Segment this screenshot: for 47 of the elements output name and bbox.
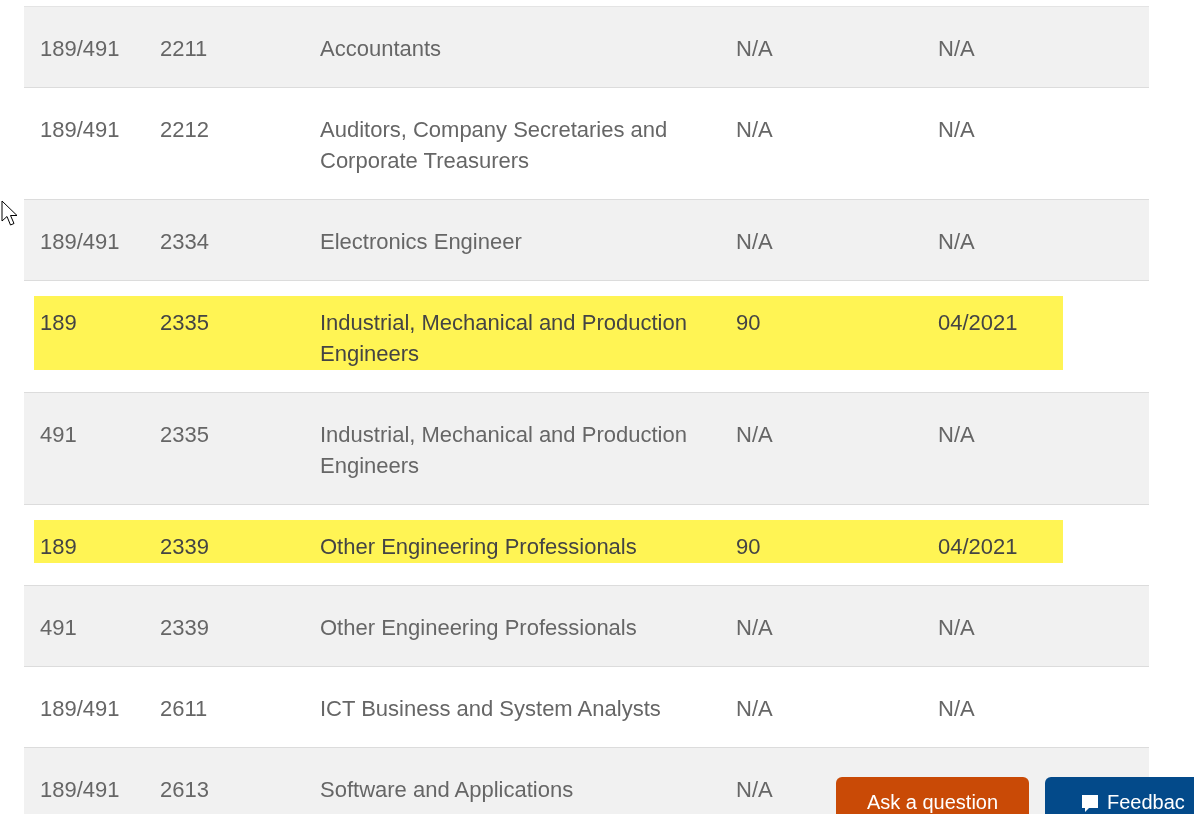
table-cell-text: N/A	[938, 421, 975, 449]
table-cell-text: ICT Business and System Analysts	[320, 695, 661, 723]
table-cell-text: Software and Applications	[320, 776, 574, 804]
table-cell-text: 189/491	[40, 116, 120, 144]
table-cell-text: Auditors, Company Secretaries and Corporate Treasurers	[320, 116, 669, 175]
table-cell-text: N/A	[938, 228, 975, 256]
table-cell-text: N/A	[736, 695, 773, 723]
table-cell-text: N/A	[938, 35, 975, 63]
table-cell-text: N/A	[736, 614, 773, 642]
table-cell-text: 2339	[160, 533, 209, 561]
table-cell-text: 2211	[160, 35, 208, 63]
table-cell-text: 2613	[160, 776, 209, 804]
table-cell-text: N/A	[736, 421, 773, 449]
table-cell-text: 491	[40, 614, 77, 642]
table-cell-text: 90	[736, 533, 761, 561]
table-cell-text: Other Engineering Professionals	[320, 533, 637, 561]
table-cell-text: 189/491	[40, 228, 120, 256]
feedback-button[interactable]: Feedbac	[1045, 777, 1194, 814]
table-cell-text: 491	[40, 421, 77, 449]
table-cell-text: N/A	[938, 116, 975, 144]
table-cell-text: Industrial, Mechanical and Production Engineers	[320, 309, 688, 368]
table-cell-text: 2611	[160, 695, 208, 723]
table-cell-text: 04/2021	[938, 309, 1018, 337]
table-cell-text: N/A	[736, 776, 773, 804]
table-cell-text: 2334	[160, 228, 209, 256]
table-cell-text: N/A	[938, 695, 975, 723]
table-cell-text: 2212	[160, 116, 209, 144]
table-cell-text: 189/491	[40, 695, 120, 723]
table-cell-text: 189/491	[40, 35, 120, 63]
table-cell-text: 189	[40, 309, 77, 337]
ask-question-button[interactable]: Ask a question	[836, 777, 1029, 814]
table-cell-text: N/A	[736, 35, 773, 63]
table-cell-text: 2339	[160, 614, 209, 642]
table-cell-text: 2335	[160, 421, 209, 449]
table-cell-text: 189/491	[40, 776, 120, 804]
table-cell-text: 90	[736, 309, 761, 337]
table-cell-text: 189	[40, 533, 77, 561]
table-cell-text: Accountants	[320, 35, 442, 63]
table-cell-text: N/A	[736, 228, 773, 256]
table-cell-text: N/A	[938, 614, 975, 642]
table-cell-text: 2335	[160, 309, 209, 337]
table-cell-text: Industrial, Mechanical and Production Engineers	[320, 421, 688, 480]
table-cell-text: 04/2021	[938, 533, 1018, 561]
chat-icon	[1081, 794, 1099, 814]
table-cell-text: N/A	[736, 116, 773, 144]
table-cell-text: Other Engineering Professionals	[320, 614, 637, 642]
table-cell-text: Electronics Engineer	[320, 228, 522, 256]
